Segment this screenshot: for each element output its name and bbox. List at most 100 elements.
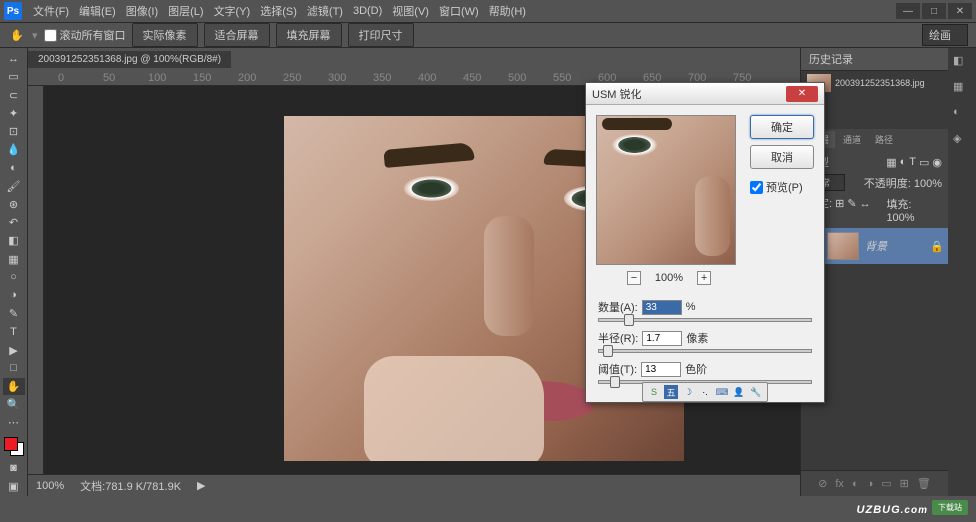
radius-slider[interactable]: [598, 349, 812, 353]
menu-file[interactable]: 文件(F): [28, 1, 74, 21]
dropdown-icon[interactable]: ▾: [32, 29, 38, 42]
menu-help[interactable]: 帮助(H): [484, 1, 531, 21]
amount-label: 数量(A):: [598, 299, 638, 315]
hand-tool[interactable]: ✋: [3, 378, 25, 395]
cancel-button[interactable]: 取消: [750, 145, 814, 169]
filter-smart-icon[interactable]: ◉: [932, 156, 942, 169]
gradient-tool[interactable]: ▦: [3, 250, 25, 267]
filter-type-icon[interactable]: T: [909, 156, 916, 169]
brush-tool[interactable]: 🖌: [3, 178, 25, 195]
menu-type[interactable]: 文字(Y): [209, 1, 256, 21]
history-panel-tab[interactable]: 历史记录: [801, 48, 948, 71]
fit-screen-button[interactable]: 适合屏幕: [204, 23, 270, 47]
eyedropper-tool[interactable]: 💧: [3, 141, 25, 158]
layer-mask-icon[interactable]: ◐: [852, 478, 859, 490]
threshold-label: 阈值(T):: [598, 361, 637, 377]
ok-button[interactable]: 确定: [750, 115, 814, 139]
actual-pixels-button[interactable]: 实际像素: [132, 23, 198, 47]
fill-value[interactable]: 100%: [886, 212, 914, 224]
window-maximize-button[interactable]: □: [922, 3, 946, 19]
window-close-button[interactable]: ✕: [948, 3, 972, 19]
app-logo: Ps: [4, 2, 22, 20]
adjustment-layer-icon[interactable]: ◑: [867, 478, 874, 490]
document-info: 文档:781.9 K/781.9K: [80, 478, 181, 494]
screen-mode-icon[interactable]: ▣: [3, 478, 25, 495]
edit-toolbar-icon[interactable]: ⋯: [3, 414, 25, 431]
amount-unit: %: [686, 301, 696, 313]
window-minimize-button[interactable]: —: [896, 3, 920, 19]
menu-3d[interactable]: 3D(D): [348, 3, 387, 19]
zoom-tool[interactable]: 🔍: [3, 396, 25, 413]
pen-tool[interactable]: ✎: [3, 305, 25, 322]
options-bar: ✋ ▾ 滚动所有窗口 实际像素 适合屏幕 填充屏幕 打印尺寸 绘画: [0, 22, 976, 48]
workspace-select[interactable]: 绘画: [922, 24, 968, 46]
layer-thumbnail: [827, 232, 859, 260]
threshold-input[interactable]: [641, 362, 681, 377]
menu-select[interactable]: 选择(S): [255, 1, 302, 21]
zoom-in-button[interactable]: +: [697, 271, 711, 285]
zoom-level[interactable]: 100%: [36, 480, 64, 492]
dock-swatches-icon[interactable]: ▦: [953, 80, 971, 98]
dock-adjustments-icon[interactable]: ◐: [953, 106, 971, 124]
ime-wrench-icon[interactable]: 🔧: [749, 385, 763, 399]
menu-filter[interactable]: 滤镜(T): [302, 1, 348, 21]
paths-tab[interactable]: 路径: [869, 131, 899, 148]
filter-adjust-icon[interactable]: ◐: [900, 156, 907, 169]
document-tabs: 200391252351368.jpg @ 100%(RGB/8#): [28, 48, 800, 70]
lasso-tool[interactable]: ⊂: [3, 86, 25, 103]
ime-toolbar[interactable]: S 五 ☽ ·. ⌨ 👤 🔧: [642, 382, 768, 402]
color-swatch[interactable]: [4, 437, 24, 456]
crop-tool[interactable]: ⊡: [3, 123, 25, 140]
status-arrow-icon[interactable]: ▶: [197, 479, 205, 492]
type-tool[interactable]: T: [3, 323, 25, 340]
ime-switch-icon[interactable]: S: [647, 385, 661, 399]
dialog-preview[interactable]: [596, 115, 736, 265]
ime-wu-icon[interactable]: 五: [664, 385, 678, 399]
menu-edit[interactable]: 编辑(E): [74, 1, 121, 21]
shape-tool[interactable]: □: [3, 360, 25, 377]
filter-shape-icon[interactable]: ▭: [919, 156, 929, 169]
scroll-all-checkbox[interactable]: 滚动所有窗口: [44, 27, 126, 43]
fill-screen-button[interactable]: 填充屏幕: [276, 23, 342, 47]
group-icon[interactable]: ▭: [881, 477, 891, 490]
dialog-close-button[interactable]: ✕: [786, 86, 818, 102]
opacity-value[interactable]: 100%: [914, 178, 942, 190]
magic-wand-tool[interactable]: ✦: [3, 105, 25, 122]
path-select-tool[interactable]: ▶: [3, 342, 25, 359]
amount-slider[interactable]: [598, 318, 812, 322]
dock-styles-icon[interactable]: ◈: [953, 132, 971, 150]
menu-window[interactable]: 窗口(W): [434, 1, 484, 21]
dodge-tool[interactable]: ◑: [3, 287, 25, 304]
menu-image[interactable]: 图像(I): [121, 1, 163, 21]
ime-person-icon[interactable]: 👤: [732, 385, 746, 399]
new-layer-icon[interactable]: ⊞: [900, 477, 909, 490]
marquee-tool[interactable]: ▭: [3, 68, 25, 85]
radius-input[interactable]: [642, 331, 682, 346]
quick-mask-icon[interactable]: ◙: [3, 460, 25, 477]
ime-dot-icon[interactable]: ·.: [698, 385, 712, 399]
menu-layer[interactable]: 图层(L): [163, 1, 208, 21]
clone-stamp-tool[interactable]: ⊛: [3, 196, 25, 213]
dock-color-icon[interactable]: ◧: [953, 54, 971, 72]
ime-keyboard-icon[interactable]: ⌨: [715, 385, 729, 399]
print-size-button[interactable]: 打印尺寸: [348, 23, 414, 47]
blur-tool[interactable]: ○: [3, 269, 25, 286]
zoom-out-button[interactable]: −: [627, 271, 641, 285]
layer-fx-icon[interactable]: fx: [835, 478, 844, 490]
document-tab[interactable]: 200391252351368.jpg @ 100%(RGB/8#): [28, 51, 231, 68]
link-layers-icon[interactable]: ⊘: [818, 477, 827, 490]
eraser-tool[interactable]: ◧: [3, 232, 25, 249]
filter-pixel-icon[interactable]: ▦: [886, 156, 896, 169]
toolbox: ↔ ▭ ⊂ ✦ ⊡ 💧 ◐ 🖌 ⊛ ↶ ◧ ▦ ○ ◑ ✎ T ▶ □ ✋ 🔍 …: [0, 48, 28, 496]
ime-moon-icon[interactable]: ☽: [681, 385, 695, 399]
menu-view[interactable]: 视图(V): [387, 1, 434, 21]
menu-bar: Ps 文件(F) 编辑(E) 图像(I) 图层(L) 文字(Y) 选择(S) 滤…: [0, 0, 976, 22]
channels-tab[interactable]: 通道: [837, 131, 867, 148]
dialog-titlebar[interactable]: USM 锐化 ✕: [586, 83, 824, 105]
healing-brush-tool[interactable]: ◐: [3, 159, 25, 176]
delete-layer-icon[interactable]: 🗑: [917, 477, 931, 490]
move-tool[interactable]: ↔: [3, 50, 25, 67]
history-brush-tool[interactable]: ↶: [3, 214, 25, 231]
amount-input[interactable]: [642, 300, 682, 315]
preview-checkbox[interactable]: 预览(P): [750, 179, 814, 195]
